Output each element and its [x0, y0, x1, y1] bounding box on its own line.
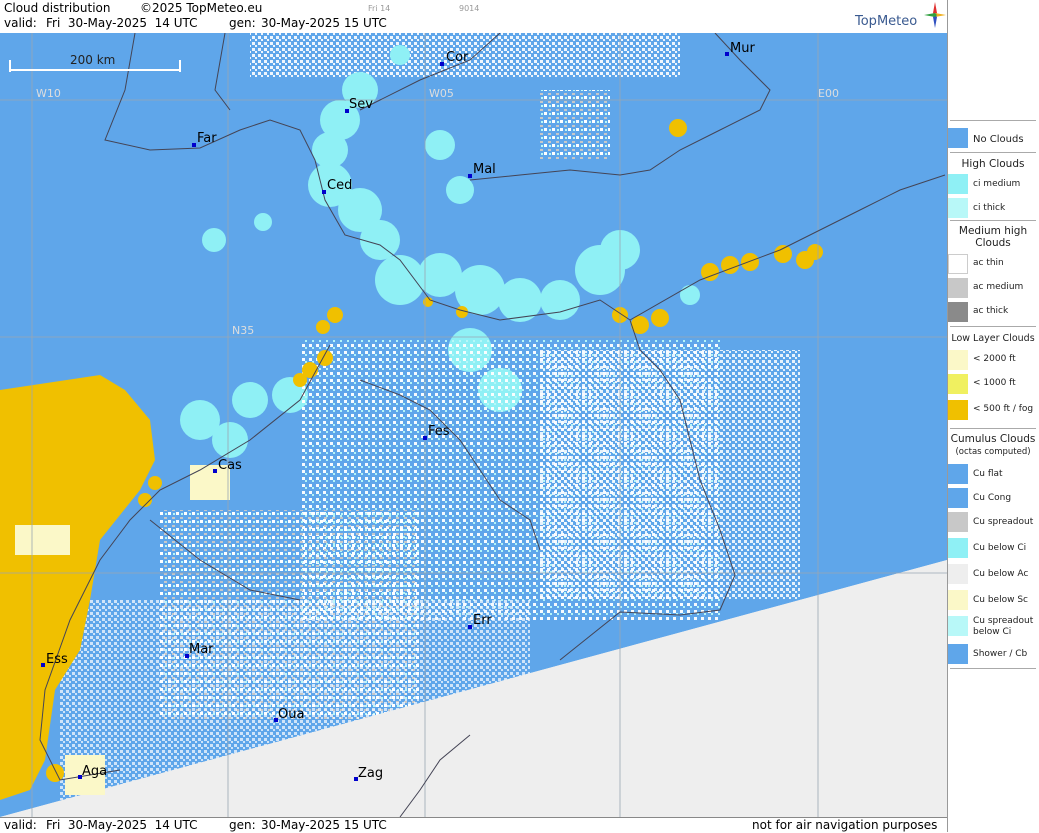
- legend-swatch-cu-spreadout: [948, 512, 968, 532]
- legend-cu-below-sc: Cu below Sc: [973, 595, 1028, 605]
- city-aga: Aga: [82, 764, 107, 779]
- legend-swatch-no-clouds: [948, 128, 968, 148]
- valid-label: valid:: [4, 16, 37, 30]
- city-marker-far: [192, 143, 196, 147]
- map-code: 9014: [459, 4, 480, 13]
- footer-valid-label: valid:: [4, 818, 37, 832]
- legend-ac-thin: ac thin: [973, 258, 1004, 268]
- grid-label-w05: W05: [429, 87, 454, 100]
- map-footer: valid: Fri 30-May-2025 14 UTC gen: 30-Ma…: [0, 817, 947, 833]
- legend-cu-spreadout: Cu spreadout: [973, 517, 1034, 527]
- legend-swatch-ci-medium: [948, 174, 968, 194]
- footer-valid-time: Fri 30-May-2025 14 UTC: [46, 818, 198, 832]
- legend-swatch-lt500: [948, 400, 968, 420]
- grid-label-n35: N35: [232, 324, 254, 337]
- legend-swatch-cu-below-ac: [948, 564, 968, 584]
- legend-swatch-ac-thin: [948, 254, 968, 274]
- legend-cu-cong: Cu Cong: [973, 493, 1012, 503]
- legend-cumulus: Cumulus Clouds: [950, 433, 1036, 445]
- legend-ci-thick: ci thick: [973, 203, 1006, 213]
- legend-swatch-cu-spreadout-below-ci: [948, 616, 968, 636]
- footer-gen-label: gen:: [229, 818, 256, 832]
- city-err: Err: [473, 613, 492, 628]
- city-marker-err: [468, 625, 472, 629]
- city-marker-cas: [213, 469, 217, 473]
- city-sev: Sev: [349, 97, 373, 112]
- legend-octas: (octas computed): [955, 447, 1031, 457]
- grid-label-e00: E00: [818, 87, 839, 100]
- legend-cu-flat: Cu flat: [973, 469, 1003, 479]
- legend-medium-high: Medium high Clouds: [958, 225, 1028, 249]
- city-mal: Mal: [473, 162, 496, 177]
- scale-label: 200 km: [70, 53, 115, 67]
- city-ess: Ess: [46, 652, 68, 667]
- city-fes: Fes: [428, 424, 450, 439]
- city-far: Far: [197, 131, 217, 146]
- legend-cu-spreadout-below-ci: Cu spreadout below Ci: [973, 616, 1034, 637]
- footer-gen-time: 30-May-2025 15 UTC: [261, 818, 387, 832]
- city-marker-cor: [440, 62, 444, 66]
- legend-ac-thick: ac thick: [973, 306, 1009, 316]
- legend-cu-below-ac: Cu below Ac: [973, 569, 1029, 579]
- legend-panel: No Clouds High Clouds ci medium ci thick…: [947, 0, 1039, 832]
- city-marker-fes: [423, 436, 427, 440]
- cloud-map[interactable]: W10 W05 E00 N35 200 km Cor Mur Sev Far M…: [0, 33, 947, 817]
- legend-swatch-lt1000: [948, 374, 968, 394]
- legend-swatch-lt2000: [948, 350, 968, 370]
- city-cas: Cas: [218, 458, 242, 473]
- city-oua: Oua: [278, 707, 304, 722]
- city-mur: Mur: [730, 41, 755, 56]
- city-zag: Zag: [358, 766, 383, 781]
- legend-ci-medium: ci medium: [973, 179, 1021, 189]
- legend-shower-cb: Shower / Cb: [973, 649, 1028, 659]
- cumulus-east: [540, 350, 800, 600]
- compass-icon: [924, 2, 946, 28]
- map-title: Cloud distribution: [4, 1, 111, 15]
- cumulus-andalusia: [540, 90, 610, 160]
- legend-lt500: < 500 ft / fog: [973, 404, 1034, 414]
- grid-label-w10: W10: [36, 87, 61, 100]
- map-canvas: W10 W05 E00 N35 200 km Cor Mur Sev Far M…: [0, 33, 947, 817]
- city-cor: Cor: [446, 50, 469, 65]
- legend-high-clouds: High Clouds: [961, 158, 1025, 170]
- legend-swatch-cu-below-ci: [948, 538, 968, 558]
- city-marker-mal: [468, 174, 472, 178]
- day-code: Fri 14: [368, 4, 391, 13]
- legend-swatch-ac-thick: [948, 302, 968, 322]
- disclaimer: not for air navigation purposes: [752, 818, 938, 832]
- legend-ac-medium: ac medium: [973, 282, 1024, 292]
- city-marker-ced: [322, 190, 326, 194]
- legend-lt2000: < 2000 ft: [973, 354, 1016, 364]
- legend-lt1000: < 1000 ft: [973, 378, 1016, 388]
- city-marker-ess: [41, 663, 45, 667]
- city-ced: Ced: [327, 178, 352, 193]
- legend-swatch-cu-cong: [948, 488, 968, 508]
- map-header: Cloud distribution ©2025 TopMeteo.eu Fri…: [0, 0, 947, 34]
- legend-swatch-ac-medium: [948, 278, 968, 298]
- brand-logo-text[interactable]: TopMeteo: [855, 14, 917, 29]
- legend-swatch-shower-cb: [948, 644, 968, 664]
- legend-swatch-cu-below-sc: [948, 590, 968, 610]
- legend-low-layer: Low Layer Clouds: [951, 333, 1035, 344]
- copyright: ©2025 TopMeteo.eu: [140, 1, 263, 15]
- gen-time: 30-May-2025 15 UTC: [261, 16, 387, 30]
- gen-label: gen:: [229, 16, 256, 30]
- city-marker-mur: [725, 52, 729, 56]
- legend-cu-below-ci: Cu below Ci: [973, 543, 1027, 553]
- legend-swatch-ci-thick: [948, 198, 968, 218]
- valid-time: Fri 30-May-2025 14 UTC: [46, 16, 198, 30]
- legend-no-clouds: No Clouds: [973, 134, 1024, 145]
- city-mar: Mar: [189, 642, 214, 657]
- legend-swatch-cu-flat: [948, 464, 968, 484]
